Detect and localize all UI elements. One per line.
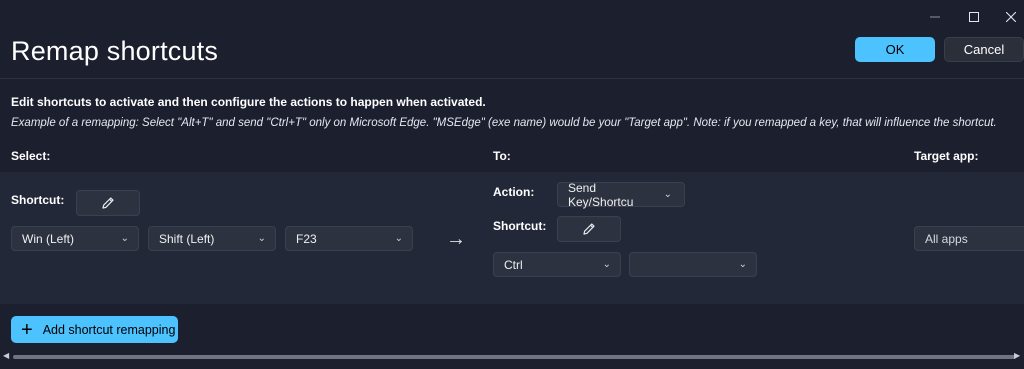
page-title: Remap shortcuts	[11, 36, 219, 66]
to-key-dropdown-1[interactable]: Ctrl ⌄	[493, 252, 621, 277]
maximize-icon[interactable]	[963, 8, 985, 26]
scroll-right-icon[interactable]: ▶	[1014, 351, 1020, 360]
target-app-input[interactable]: All apps	[914, 226, 1024, 251]
minimize-glyph	[930, 16, 940, 18]
horizontal-scrollbar[interactable]	[13, 355, 1016, 359]
chevron-down-icon: ⌄	[257, 233, 266, 244]
select-key-dropdown-1[interactable]: Win (Left) ⌄	[11, 226, 139, 251]
cancel-button[interactable]: Cancel	[944, 37, 1024, 62]
description-text: Edit shortcuts to activate and then conf…	[11, 95, 486, 109]
select-key-3-value: F23	[296, 231, 317, 246]
pencil-icon	[583, 223, 595, 235]
action-value: Send Key/Shortcu	[568, 180, 634, 209]
to-key-dropdown-2[interactable]: ⌄	[629, 252, 757, 277]
header-divider	[0, 78, 1024, 79]
pencil-icon	[102, 197, 114, 209]
action-dropdown[interactable]: Send Key/Shortcu ⌄	[557, 180, 685, 209]
close-icon[interactable]	[1000, 8, 1022, 26]
ok-button[interactable]: OK	[855, 37, 935, 62]
scroll-left-icon[interactable]: ◀	[3, 351, 9, 360]
plus-icon: +	[21, 318, 33, 341]
to-column-header: To:	[493, 149, 511, 163]
close-glyph	[1006, 12, 1016, 22]
maximize-glyph	[969, 12, 979, 22]
to-shortcut-label: Shortcut:	[493, 219, 547, 233]
action-label: Action:	[493, 185, 535, 199]
target-app-value: All apps	[925, 231, 968, 246]
to-shortcut-edit-button[interactable]	[557, 216, 621, 242]
select-key-2-value: Shift (Left)	[159, 231, 215, 246]
select-key-dropdown-2[interactable]: Shift (Left) ⌄	[148, 226, 276, 251]
example-text: Example of a remapping: Select "Alt+T" a…	[11, 117, 997, 129]
add-shortcut-remapping-button[interactable]: + Add shortcut remapping	[11, 316, 178, 343]
add-shortcut-remapping-label: Add shortcut remapping	[42, 322, 176, 337]
chevron-down-icon: ⌄	[120, 233, 129, 244]
select-shortcut-label: Shortcut:	[11, 193, 65, 207]
select-column-header: Select:	[11, 149, 51, 163]
arrow-right-icon: →	[446, 228, 466, 250]
target-app-column-header: Target app:	[914, 149, 979, 163]
select-shortcut-edit-button[interactable]	[76, 190, 140, 216]
minimize-icon[interactable]	[924, 8, 946, 26]
select-key-1-value: Win (Left)	[22, 231, 75, 246]
select-key-dropdown-3[interactable]: F23 ⌄	[285, 226, 413, 251]
chevron-down-icon: ⌄	[602, 259, 611, 270]
to-key-1-value: Ctrl	[504, 257, 523, 272]
chevron-down-icon: ⌄	[738, 259, 747, 270]
chevron-down-icon: ⌄	[663, 189, 672, 200]
chevron-down-icon: ⌄	[394, 233, 403, 244]
